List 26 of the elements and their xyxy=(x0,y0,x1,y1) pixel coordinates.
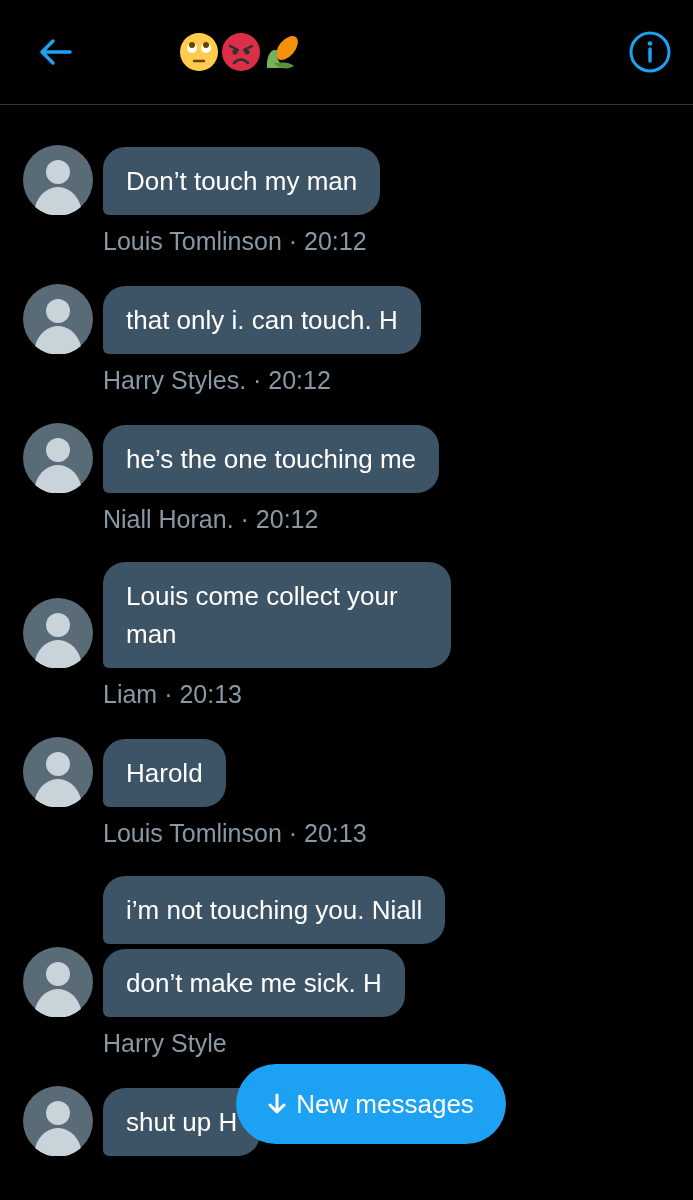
message-meta: Harry Style xyxy=(103,1029,228,1058)
message-bubble[interactable]: Harold xyxy=(103,739,226,807)
message-meta: Harry Styles. · 20:12 xyxy=(103,366,332,395)
avatar[interactable] xyxy=(23,284,93,354)
avatar[interactable] xyxy=(23,598,93,668)
message-meta: Louis Tomlinson · 20:13 xyxy=(103,819,368,848)
message-bubble[interactable]: Louis come collect your man xyxy=(103,562,451,668)
rolling-eyes-face-icon xyxy=(180,33,218,71)
avatar[interactable] xyxy=(23,145,93,215)
message-bubble[interactable]: he’s the one touching me xyxy=(103,425,440,493)
avatar[interactable] xyxy=(23,947,93,1017)
message-bubble[interactable]: i’m not touching you. Niall xyxy=(103,876,446,944)
avatar[interactable] xyxy=(23,423,93,493)
angry-face-icon xyxy=(222,33,260,71)
message-bubble[interactable]: shut up H xyxy=(103,1088,261,1156)
info-icon[interactable] xyxy=(629,31,671,73)
message-meta: Niall Horan. · 20:12 xyxy=(103,505,320,534)
avatar[interactable] xyxy=(23,737,93,807)
back-icon[interactable] xyxy=(38,38,72,66)
avatar[interactable] xyxy=(23,1086,93,1156)
message-meta: Liam · 20:13 xyxy=(103,680,243,709)
down-arrow-icon xyxy=(268,1093,287,1115)
message-bubble[interactable]: don’t make me sick. H xyxy=(103,949,405,1017)
message-bubble[interactable]: Don’t touch my man xyxy=(103,147,381,215)
message-meta: Louis Tomlinson · 20:12 xyxy=(103,227,368,256)
message-bubble[interactable]: that only i. can touch. H xyxy=(103,286,421,354)
